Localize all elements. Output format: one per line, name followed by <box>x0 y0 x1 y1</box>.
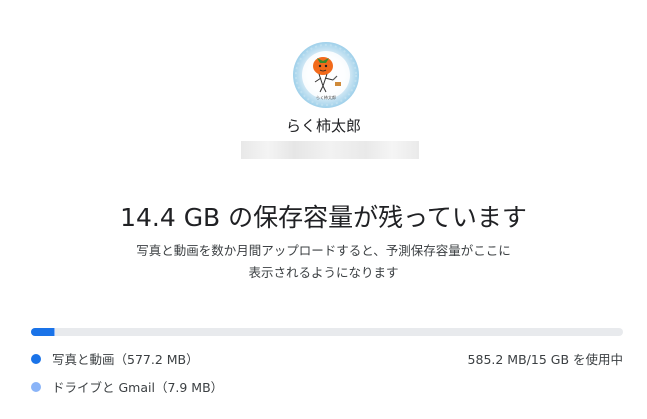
account-avatar: らく柿太郎 <box>293 42 359 108</box>
avatar-caption: らく柿太郎 <box>316 94 336 100</box>
legend-photos-label: 写真と動画（577.2 MB） <box>52 352 199 367</box>
storage-description-line-1: 写真と動画を数か月間アップロードすると、予測保存容量がここに <box>136 243 511 258</box>
storage-headline: 14.4 GB の保存容量が残っています <box>120 203 527 232</box>
storage-usage-fill <box>31 328 623 336</box>
storage-usage-bar <box>31 328 623 336</box>
legend-drive-label: ドライブと Gmail（7.9 MB） <box>52 380 224 395</box>
storage-description-line-2: 表示されるようになります <box>248 265 399 280</box>
legend-drive-gmail: ドライブと Gmail（7.9 MB） <box>31 377 223 396</box>
email-redacted <box>241 141 419 159</box>
usage-segment-photos <box>31 328 54 336</box>
legend-photos-videos: 写真と動画（577.2 MB） <box>31 349 199 368</box>
persimmon-character-avatar-icon: らく柿太郎 <box>293 42 359 108</box>
storage-description: 写真と動画を数か月間アップロードすると、予測保存容量がここに 表示されるようにな… <box>0 240 647 284</box>
photos-color-dot <box>31 353 41 364</box>
storage-usage-summary: 585.2 MB/15 GB を使用中 <box>467 352 623 367</box>
drive-color-dot <box>31 381 41 392</box>
account-name: らく柿太郎 <box>285 117 361 135</box>
